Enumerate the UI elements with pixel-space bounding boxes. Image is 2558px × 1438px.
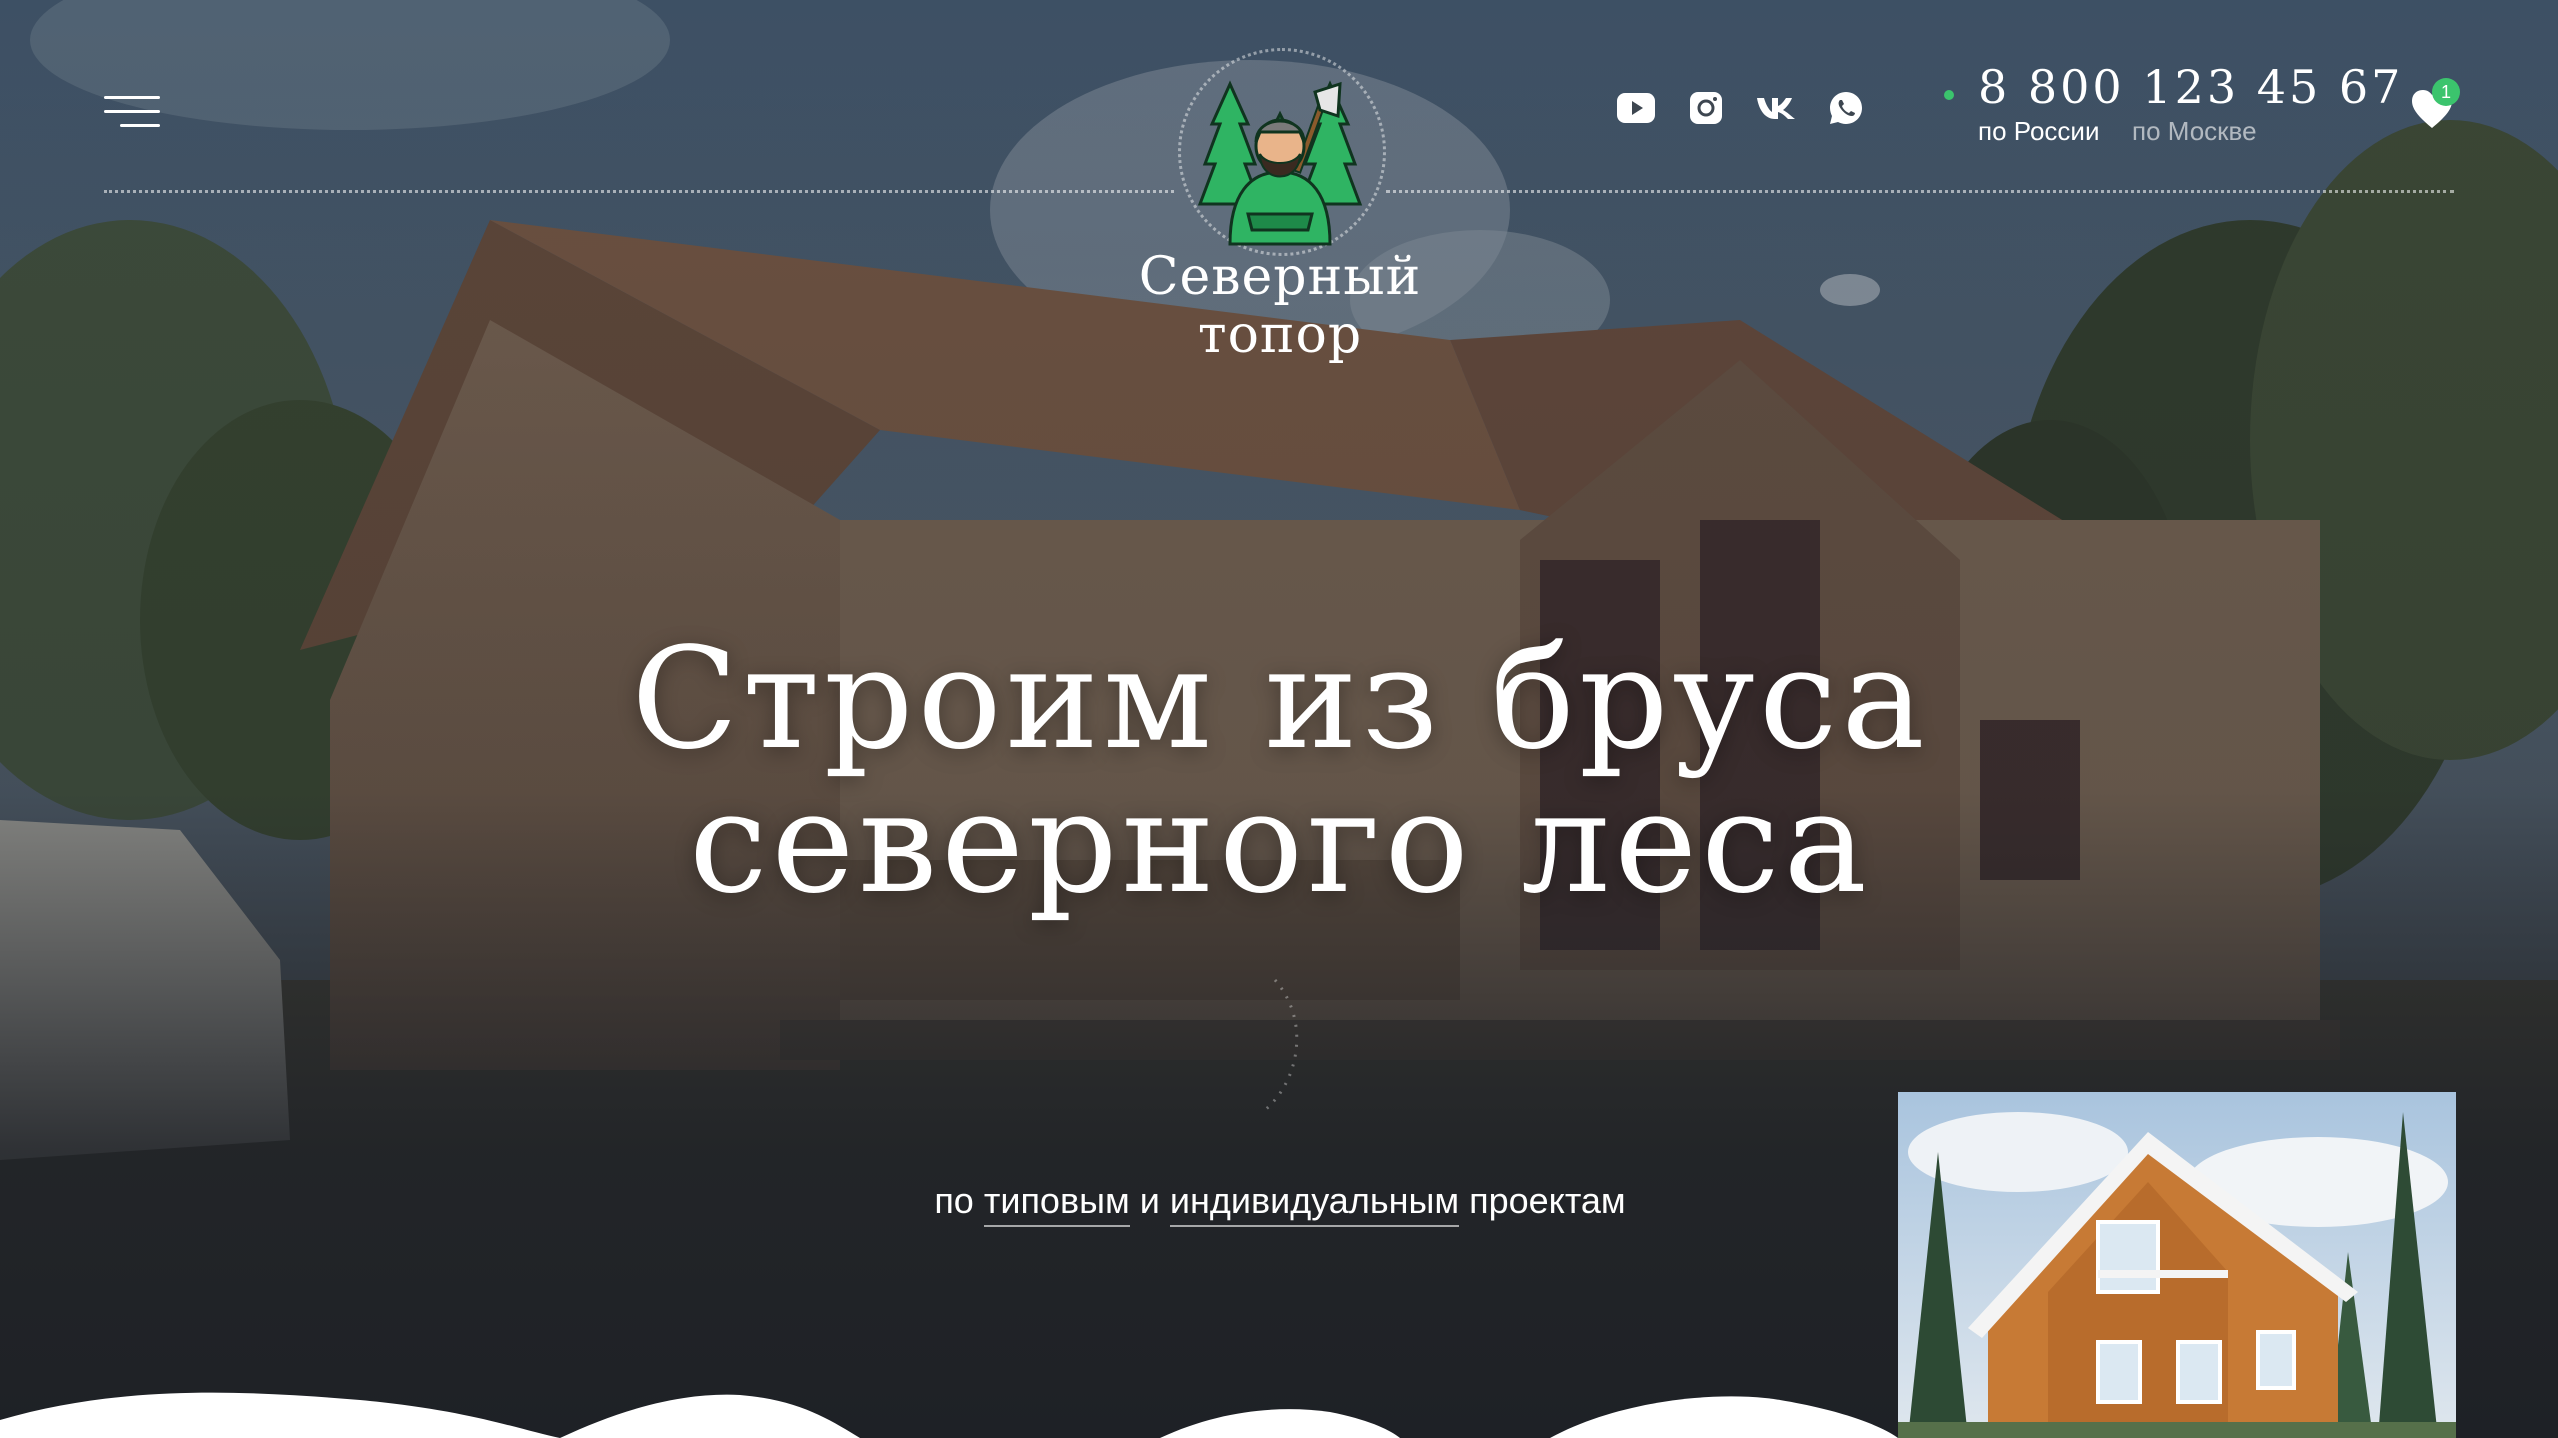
phone-region-moscow[interactable]: по Москве — [2132, 116, 2257, 147]
phone-region-russia[interactable]: по России — [1978, 116, 2099, 147]
online-status-dot — [1944, 90, 1954, 100]
whatsapp-link[interactable] — [1826, 88, 1866, 128]
vk-link[interactable] — [1756, 88, 1796, 128]
social-links — [1616, 88, 1866, 128]
whatsapp-icon — [1830, 92, 1862, 124]
hamburger-line — [120, 124, 160, 127]
header-divider-left — [104, 190, 1174, 193]
instagram-icon — [1690, 92, 1722, 124]
instagram-link[interactable] — [1686, 88, 1726, 128]
project-preview-image[interactable] — [1898, 1092, 2456, 1438]
lumberjack-emblem-icon — [1197, 80, 1363, 246]
hero-subtitle: по типовым и индивидуальным проектам — [780, 1180, 1780, 1227]
subtitle-conjunction: и — [1139, 1180, 1160, 1221]
subtitle-suffix: проектам — [1469, 1180, 1626, 1221]
house-preview-illustration — [1898, 1092, 2456, 1438]
site-logo[interactable]: Северный топор — [1130, 30, 1430, 380]
hero-section: Северный топор 8 800 123 45 67 по России… — [0, 0, 2558, 1438]
favorites-button[interactable]: 1 — [2410, 78, 2460, 132]
subtitle-prefix: по — [934, 1180, 974, 1221]
hamburger-icon — [104, 96, 160, 99]
brand-name: Северный топор — [1130, 248, 1430, 364]
phone-number[interactable]: 8 800 123 45 67 — [1978, 60, 2403, 114]
favorites-count-badge: 1 — [2432, 78, 2460, 106]
hero-title-line1: Строим из бруса — [631, 618, 1929, 781]
individual-projects-link[interactable]: индивидуальным — [1169, 1180, 1460, 1227]
header-divider-right — [1386, 190, 2454, 193]
typical-projects-link[interactable]: типовым — [983, 1180, 1130, 1227]
brand-name-line1: Северный — [1138, 247, 1422, 307]
menu-button[interactable] — [104, 96, 162, 130]
brand-name-line2: топор — [1197, 305, 1363, 365]
hamburger-line — [104, 110, 160, 113]
hero-title-line2: северного леса — [689, 762, 1871, 925]
youtube-link[interactable] — [1616, 88, 1656, 128]
vk-icon — [1757, 98, 1795, 119]
hero-title: Строим из бруса северного леса — [560, 628, 2000, 916]
youtube-icon — [1617, 93, 1655, 123]
